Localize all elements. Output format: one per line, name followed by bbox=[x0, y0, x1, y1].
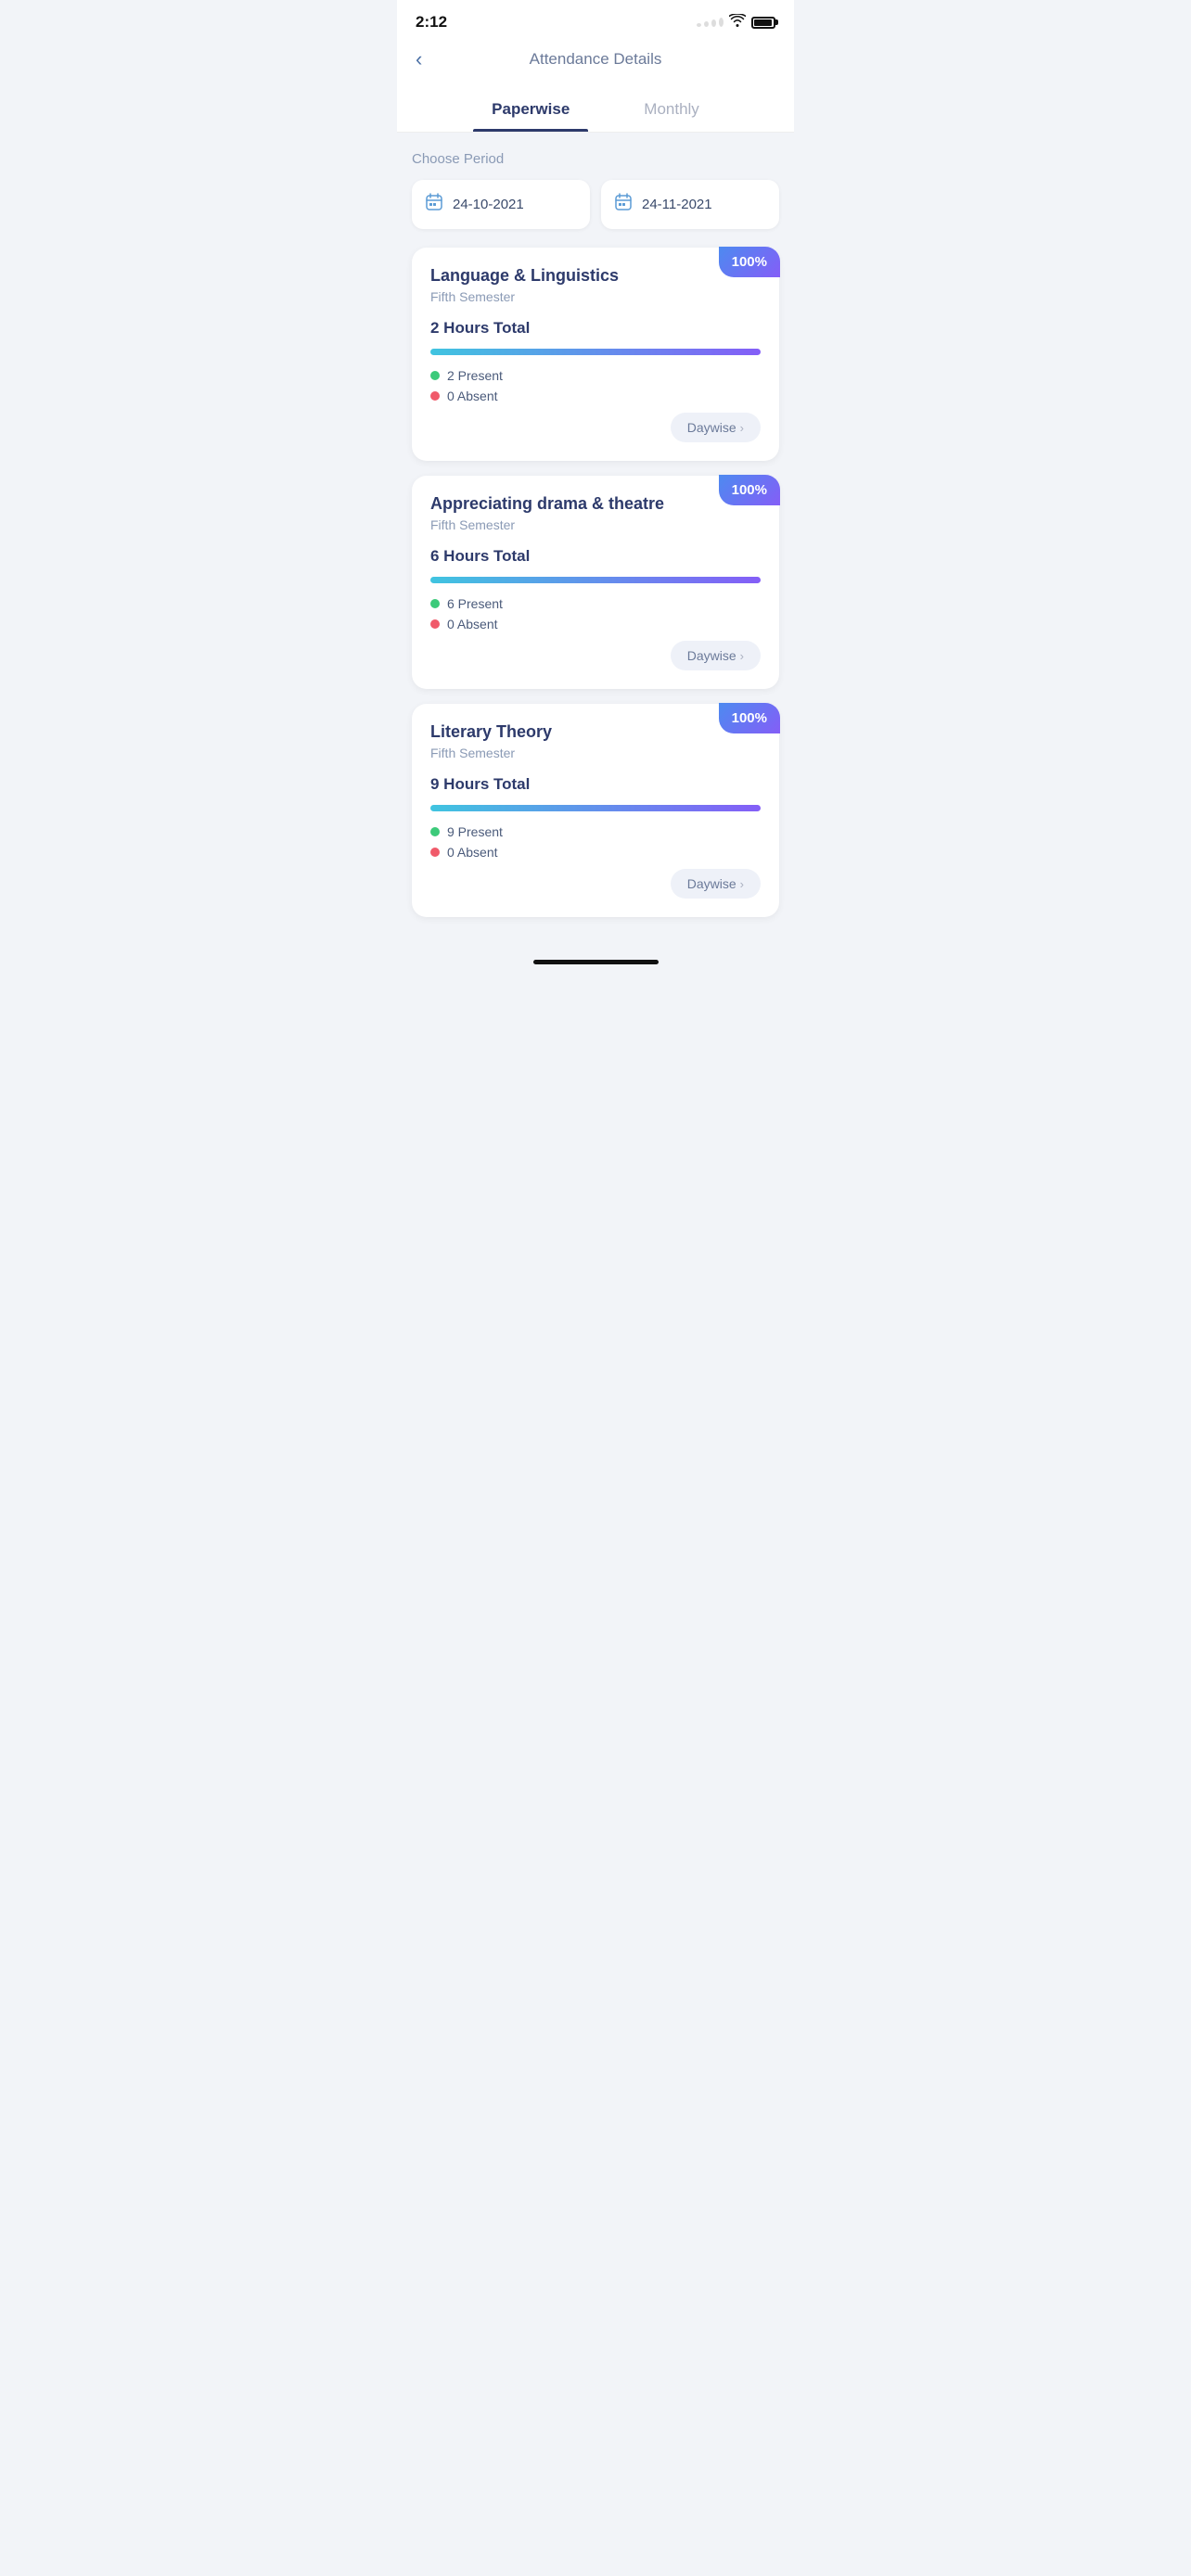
semester-label-2: Fifth Semester bbox=[430, 517, 761, 532]
back-button[interactable]: ‹ bbox=[416, 47, 422, 71]
present-label-3: 9 Present bbox=[447, 824, 503, 839]
start-date-picker[interactable]: 24-10-2021 bbox=[412, 180, 590, 229]
status-bar: 2:12 bbox=[397, 0, 794, 39]
daywise-button-1[interactable]: Daywise › bbox=[671, 413, 761, 442]
daywise-button-2[interactable]: Daywise › bbox=[671, 641, 761, 670]
battery-icon bbox=[751, 17, 775, 29]
page-title: Attendance Details bbox=[416, 50, 775, 69]
present-row-1: 2 Present bbox=[430, 368, 761, 383]
hours-total-3: 9 Hours Total bbox=[430, 775, 761, 794]
home-indicator bbox=[533, 960, 659, 964]
attendance-stats-2: 6 Present 0 Absent bbox=[430, 596, 761, 631]
absent-dot-3 bbox=[430, 848, 440, 857]
status-time: 2:12 bbox=[416, 13, 447, 32]
absent-label-1: 0 Absent bbox=[447, 389, 498, 403]
attendance-stats-1: 2 Present 0 Absent bbox=[430, 368, 761, 403]
daywise-button-3[interactable]: Daywise › bbox=[671, 869, 761, 899]
progress-bar-2 bbox=[430, 577, 761, 583]
absent-label-3: 0 Absent bbox=[447, 845, 498, 860]
end-date-value: 24-11-2021 bbox=[642, 197, 712, 212]
choose-period-label: Choose Period bbox=[412, 151, 779, 167]
attendance-card-drama: 100% Appreciating drama & theatre Fifth … bbox=[412, 476, 779, 689]
start-date-value: 24-10-2021 bbox=[453, 197, 524, 212]
card-footer-3: Daywise › bbox=[430, 869, 761, 899]
subject-name-3: Literary Theory bbox=[430, 722, 761, 742]
card-footer-1: Daywise › bbox=[430, 413, 761, 442]
attendance-stats-3: 9 Present 0 Absent bbox=[430, 824, 761, 860]
attendance-card-literary-theory: 100% Literary Theory Fifth Semester 9 Ho… bbox=[412, 704, 779, 917]
present-row-2: 6 Present bbox=[430, 596, 761, 611]
absent-label-2: 0 Absent bbox=[447, 617, 498, 631]
content-area: Choose Period 24-10-2021 bbox=[397, 133, 794, 950]
progress-bar-1 bbox=[430, 349, 761, 355]
card-footer-2: Daywise › bbox=[430, 641, 761, 670]
absent-dot-1 bbox=[430, 391, 440, 401]
percentage-badge-1: 100% bbox=[719, 247, 780, 277]
chevron-right-icon-2: › bbox=[740, 649, 744, 663]
percentage-badge-3: 100% bbox=[719, 703, 780, 733]
present-dot-2 bbox=[430, 599, 440, 608]
present-dot-1 bbox=[430, 371, 440, 380]
hours-total-1: 2 Hours Total bbox=[430, 319, 761, 338]
end-date-picker[interactable]: 24-11-2021 bbox=[601, 180, 779, 229]
status-icons bbox=[697, 14, 775, 32]
absent-row-1: 0 Absent bbox=[430, 389, 761, 403]
present-row-3: 9 Present bbox=[430, 824, 761, 839]
attendance-card-lang-linguistics: 100% Language & Linguistics Fifth Semest… bbox=[412, 248, 779, 461]
semester-label-1: Fifth Semester bbox=[430, 289, 761, 304]
tab-monthly[interactable]: Monthly bbox=[625, 91, 718, 132]
tabs-container: Paperwise Monthly bbox=[397, 83, 794, 133]
page-header: ‹ Attendance Details bbox=[397, 39, 794, 83]
calendar-end-icon bbox=[614, 193, 633, 216]
wifi-icon bbox=[729, 14, 746, 32]
tab-paperwise[interactable]: Paperwise bbox=[473, 91, 588, 132]
semester-label-3: Fifth Semester bbox=[430, 746, 761, 760]
subject-name-1: Language & Linguistics bbox=[430, 266, 761, 286]
percentage-badge-2: 100% bbox=[719, 475, 780, 505]
present-label-2: 6 Present bbox=[447, 596, 503, 611]
present-dot-3 bbox=[430, 827, 440, 836]
chevron-right-icon-3: › bbox=[740, 877, 744, 891]
calendar-start-icon bbox=[425, 193, 443, 216]
hours-total-2: 6 Hours Total bbox=[430, 547, 761, 566]
absent-dot-2 bbox=[430, 619, 440, 629]
absent-row-3: 0 Absent bbox=[430, 845, 761, 860]
progress-bar-3 bbox=[430, 805, 761, 811]
subject-name-2: Appreciating drama & theatre bbox=[430, 494, 761, 514]
present-label-1: 2 Present bbox=[447, 368, 503, 383]
date-pickers: 24-10-2021 24-11-2021 bbox=[412, 180, 779, 229]
absent-row-2: 0 Absent bbox=[430, 617, 761, 631]
chevron-right-icon-1: › bbox=[740, 421, 744, 435]
signal-icon bbox=[697, 18, 724, 27]
